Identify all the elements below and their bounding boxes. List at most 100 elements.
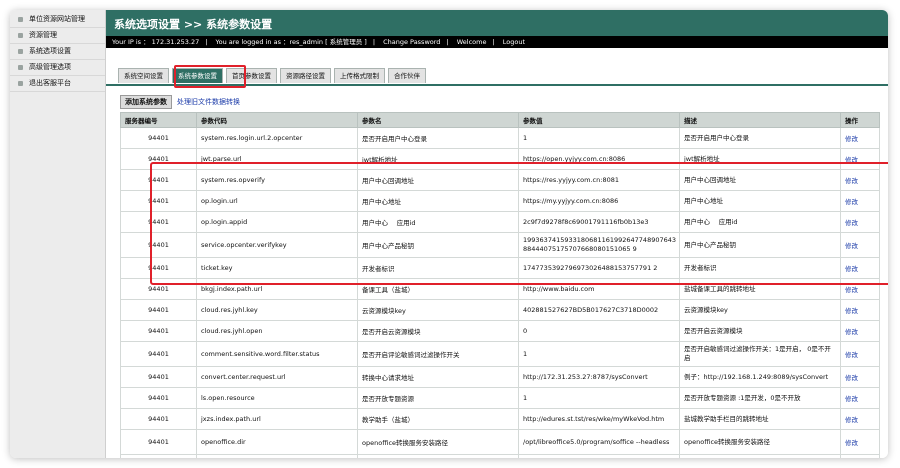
cell-server-id: 94401 [120,320,197,342]
cell-param-code: bkgj.index.path.url [196,278,358,300]
bullet-icon [18,49,23,54]
cell-param-name: 教学助手（盐城） [357,408,519,430]
cell-param-name: 用户中心地址 [357,190,519,212]
cell-param-code: op.login.appid [196,211,358,233]
cell-operation [840,454,880,458]
edit-link[interactable]: 修改 [845,219,858,227]
cell-description: 用户中心产品秘钥 [679,232,841,258]
cell-operation: 修改 [840,148,880,170]
cell-param-value: http://www.baidu.com [518,278,680,300]
sidebar-item-system-options[interactable]: 系统选项设置 [10,44,105,60]
change-password-link[interactable]: Change Password [383,38,440,46]
app-window: 单位资源网站管理 资源管理 系统选项设置 高级管理选项 退出客服平台 系统选项设… [10,10,888,458]
tab-partners[interactable]: 合作伙伴 [388,68,426,83]
cell-param-code: ls.open.resource [196,387,358,409]
cell-description: 用户中心地址 [679,190,841,212]
cell-param-code: system.res.login.url.2.opcenter [196,127,358,149]
edit-link[interactable]: 修改 [845,351,858,359]
edit-link[interactable]: 修改 [845,395,858,403]
edit-link[interactable]: 修改 [845,198,858,206]
edit-link[interactable]: 修改 [845,242,858,250]
cell-server-id: 94401 [120,278,197,300]
cell-param-value: 1747735392796973026488153757791 2 [518,257,680,279]
tab-upload-format[interactable]: 上传格式限制 [334,68,385,83]
edit-link[interactable]: 修改 [845,135,858,143]
cell-param-value: http://edures.st.tst/res/wke/myWkeVod.ht… [518,408,680,430]
bullet-icon [18,17,23,22]
cell-param-code: convert.center.request.url [196,366,358,388]
cell-param-value: 1 [518,341,680,367]
cell-operation: 修改 [840,299,880,321]
edit-link[interactable]: 修改 [845,307,858,315]
cell-description: 例子：http://192.168.1.249:8089/sysConvert [679,366,841,388]
cell-operation: 修改 [840,232,880,258]
sidebar-item-resource-management[interactable]: 资源管理 [10,28,105,44]
edit-link[interactable]: 修改 [845,286,858,294]
cell-param-code: jxzs.index.path.url [196,408,358,430]
sidebar-item-advanced-options[interactable]: 高级管理选项 [10,60,105,76]
cell-operation: 修改 [840,341,880,367]
cell-param-code: ticket.key [196,257,358,279]
cell-param-code: cloud.res.jyhl.key [196,299,358,321]
cell-operation: 修改 [840,211,880,233]
column-header: 操作 [840,112,880,128]
sidebar-item-label: 系统选项设置 [29,47,71,55]
cell-param-value: 1 [518,387,680,409]
table-row: 94401 cloud.res.jyhl.key 云资源模块key 402881527… [120,299,880,321]
cell-param-value: 1993637415933180681161992647748907643 88… [518,232,680,258]
cell-description: 用户中心回调地址 [679,169,841,191]
sidebar-item-exit[interactable]: 退出客服平台 [10,76,105,92]
cell-operation: 修改 [840,257,880,279]
cell-description: 是否开启云资源模块 [679,320,841,342]
sidebar-item-unit-site-management[interactable]: 单位资源网站管理 [10,12,105,28]
cell-server-id: 94401 [120,127,197,149]
edit-link[interactable]: 修改 [845,328,858,336]
column-header: 参数代码 [196,112,358,128]
edit-link[interactable]: 修改 [845,177,858,185]
tab-system-params[interactable]: 系统参数设置 [172,68,223,83]
params-table-wrap: 服务器编号 参数代码 参数名 参数值 描述 操作 94401 system.res… [120,112,880,458]
cell-description: 云资源模块key [679,299,841,321]
edit-link[interactable]: 修改 [845,416,858,424]
table-row: 94401 convert.center.request.url 转换中心请求地址 h… [120,366,880,388]
separator: | [446,38,449,46]
table-row: 94401 comment.sensitive.word.filter.statu… [120,341,880,367]
cell-param-name: 用户中心产品秘钥 [357,232,519,258]
old-file-convert-link[interactable]: 处理旧文件数据转换 [177,97,240,107]
tab-resource-path[interactable]: 资源路径设置 [280,68,331,83]
cell-server-id: 94401 [120,387,197,409]
edit-link[interactable]: 修改 [845,265,858,273]
table-row: 94401 bkgj.index.path.url 备课工具（盐城） http://w… [120,278,880,300]
cell-param-code: system.res.opverify [196,169,358,191]
cell-param-name: 备课工具（盐城） [357,278,519,300]
add-system-param-button[interactable]: 添加系统参数 [120,95,172,109]
cell-server-id: 94401 [120,169,197,191]
cell-operation: 修改 [840,387,880,409]
bullet-icon [18,81,23,86]
tab-homepage-params[interactable]: 首页参数设置 [226,68,277,83]
cell-server-id: 94401 [120,232,197,258]
bullet-icon [18,33,23,38]
cell-param-name: openoffice转换服务安装路径 [357,429,519,455]
edit-link[interactable]: 修改 [845,374,858,382]
sidebar: 单位资源网站管理 资源管理 系统选项设置 高级管理选项 退出客服平台 [10,10,106,458]
separator: | [205,38,208,46]
cell-param-value: 2c9f7d9278f8c69001791116fb0b13e3 [518,211,680,233]
cell-server-id [120,454,197,458]
column-header: 服务器编号 [120,112,197,128]
cell-server-id: 94401 [120,257,197,279]
edit-link[interactable]: 修改 [845,439,858,447]
cell-server-id: 94401 [120,190,197,212]
cell-param-value: https://open.yyjyy.com.cn:8086 [518,148,680,170]
cell-operation: 修改 [840,169,880,191]
tab-system-space[interactable]: 系统空间设置 [118,68,169,83]
table-row: 94401 op.login.url 用户中心地址 https://my.yyjyy.… [120,190,880,212]
edit-link[interactable]: 修改 [845,156,858,164]
params-table: 服务器编号 参数代码 参数名 参数值 描述 操作 94401 system.res… [120,112,880,458]
cell-param-name: jwt解析地址 [357,148,519,170]
cell-param-name: 转换中心请求地址 [357,366,519,388]
sidebar-item-label: 退出客服平台 [29,79,71,87]
logout-link[interactable]: Logout [503,38,525,46]
main-content: 添加系统参数 处理旧文件数据转换 服务器编号 参数代码 参数名 参数值 描述 操… [106,86,888,458]
table-header-row: 服务器编号 参数代码 参数名 参数值 描述 操作 [120,112,880,128]
